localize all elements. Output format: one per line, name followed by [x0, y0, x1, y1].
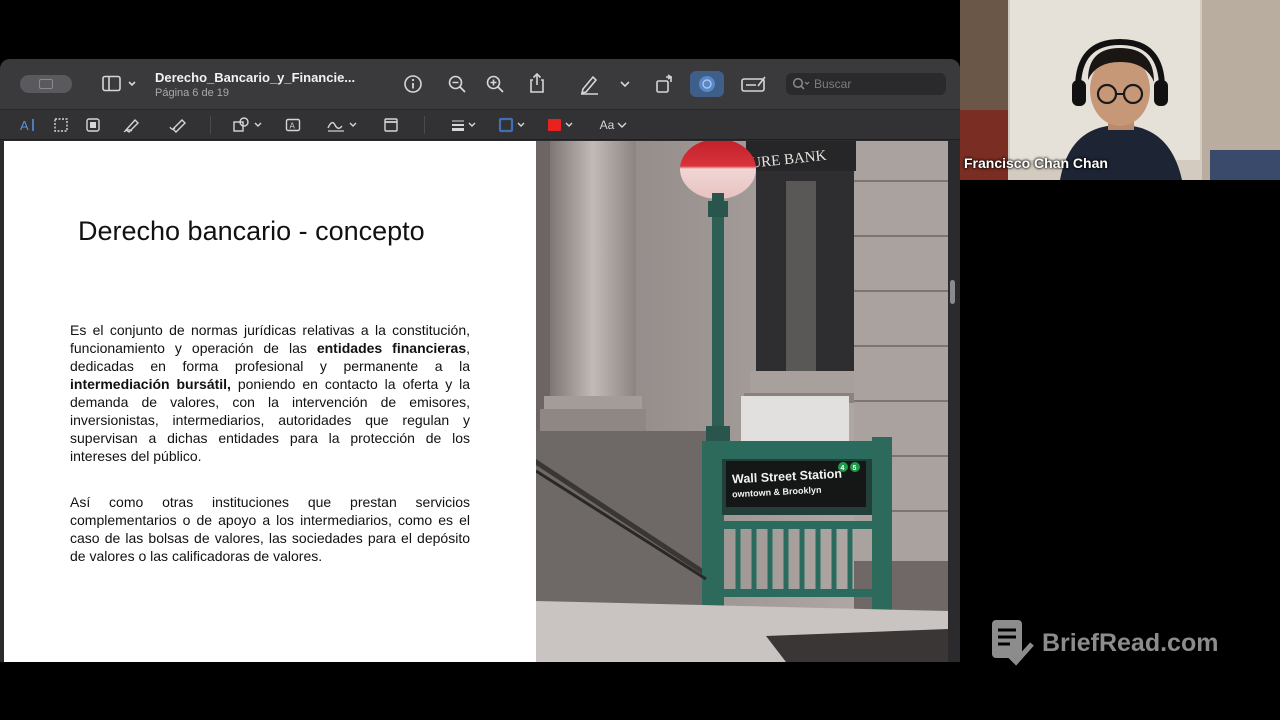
pdf-page: Derecho bancario - concepto Es el conjun… — [4, 141, 948, 662]
info-icon[interactable] — [402, 74, 424, 94]
smart-lasso-icon[interactable] — [84, 116, 102, 134]
markup-menu-chevron-icon[interactable] — [618, 76, 632, 92]
preview-window: Derecho_Bancario_y_Financie... Página 6 … — [0, 59, 960, 662]
watermark: BriefRead.com — [990, 618, 1218, 668]
draw-icon[interactable] — [168, 116, 188, 134]
font-icon[interactable]: Aa — [598, 116, 630, 134]
textbox-icon[interactable]: A — [284, 116, 302, 134]
watermark-text: BriefRead.com — [1042, 628, 1219, 657]
markup-toolbar: A A Aa — [0, 110, 960, 140]
scrollbar-thumb[interactable] — [950, 280, 955, 304]
briefread-logo-icon — [992, 620, 1034, 666]
signature-box-icon[interactable] — [740, 73, 768, 95]
markup-toggle-button[interactable] — [690, 71, 724, 97]
svg-text:A: A — [20, 118, 29, 133]
page-indicator: Página 6 de 19 — [155, 87, 230, 99]
participant-video — [960, 0, 1280, 180]
document-title: Derecho_Bancario_y_Financie... — [155, 70, 356, 85]
line-4: 4 — [841, 465, 845, 472]
zoom-out-icon[interactable] — [446, 74, 468, 94]
fill-color-icon[interactable] — [546, 116, 578, 134]
svg-text:A: A — [290, 122, 296, 131]
sign-icon[interactable] — [326, 116, 360, 134]
window-controls[interactable] — [20, 75, 72, 93]
rotate-icon[interactable] — [654, 73, 676, 95]
participant-name: Francisco Chan Chan — [964, 155, 1108, 171]
title-bar: Derecho_Bancario_y_Financie... Página 6 … — [0, 59, 960, 110]
subway-entrance-photo: URE BANK Wall Street Station owntown & B… — [536, 141, 948, 662]
rect-selection-icon[interactable] — [52, 116, 70, 134]
search-icon — [792, 77, 810, 90]
line-style-icon[interactable] — [450, 116, 480, 134]
text-selection-icon[interactable]: A — [18, 116, 40, 134]
font-label: Aa — [599, 118, 615, 132]
shapes-icon[interactable] — [232, 116, 266, 134]
share-icon[interactable] — [527, 72, 547, 94]
search-field[interactable] — [786, 73, 946, 95]
slide-title: Derecho bancario - concepto — [78, 216, 425, 246]
sketch-icon[interactable] — [122, 116, 142, 134]
line-5: 5 — [853, 465, 857, 472]
sidebar-icon[interactable] — [100, 74, 140, 94]
concept-paragraph: Es el conjunto de normas jurídicas relat… — [70, 322, 470, 464]
note-icon[interactable] — [382, 116, 400, 134]
markup-pen-icon[interactable] — [578, 73, 602, 95]
complement-paragraph: Así como otras instituciones que prestan… — [70, 494, 470, 564]
search-input[interactable] — [814, 77, 944, 91]
markup-toggle-icon — [699, 76, 715, 92]
border-color-icon[interactable] — [498, 116, 530, 134]
zoom-in-icon[interactable] — [484, 74, 506, 94]
